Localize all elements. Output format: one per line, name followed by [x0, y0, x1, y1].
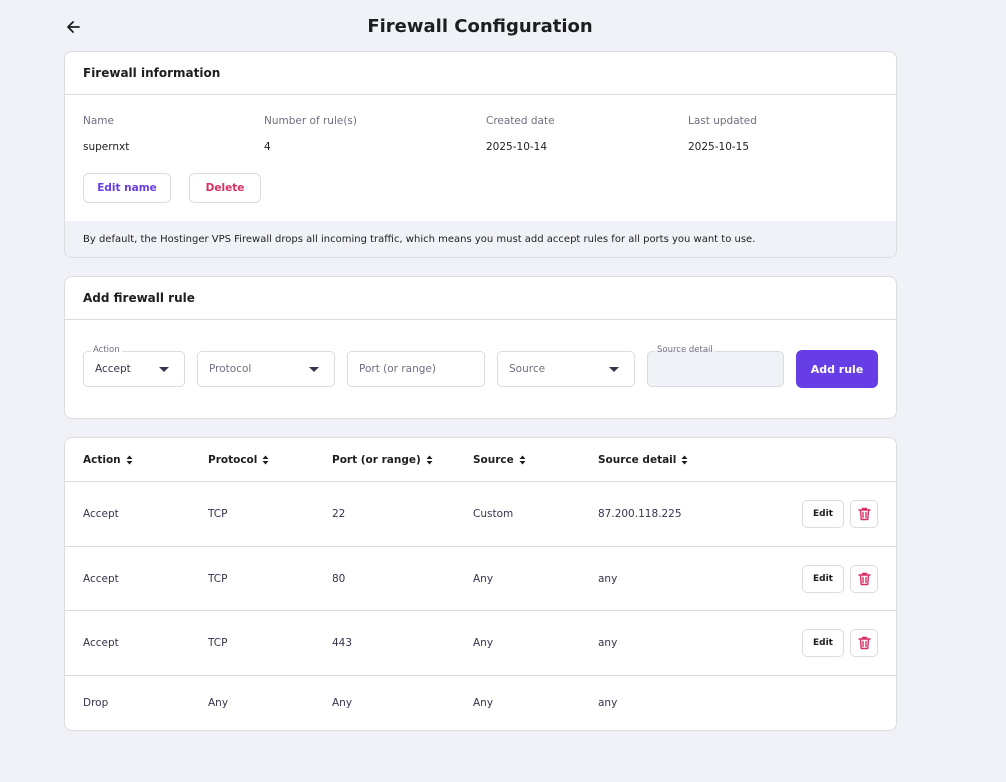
table-row: Drop Any Any Any any: [65, 676, 896, 730]
edit-name-button[interactable]: Edit name: [83, 173, 171, 203]
edit-rule-button[interactable]: Edit: [802, 565, 844, 593]
port-input-placeholder: Port (or range): [359, 363, 436, 375]
cell-source: Any: [473, 572, 494, 585]
column-header-action[interactable]: Action: [83, 438, 133, 482]
source-detail-label: Source detail: [655, 345, 715, 355]
table-row: Accept TCP 443 Any any Edit: [65, 611, 896, 676]
cell-port: 443: [332, 637, 353, 649]
add-firewall-rule-card: Add firewall rule Action Accept Protocol…: [64, 276, 897, 419]
name-info: Name supernxt: [83, 115, 129, 153]
firewall-information-title: Firewall information: [65, 52, 896, 95]
action-select[interactable]: Action Accept: [83, 345, 185, 387]
column-header-label: Port (or range): [332, 454, 421, 466]
cell-source-detail: any: [598, 697, 618, 709]
cell-source-detail: 87.200.118.225: [598, 508, 682, 520]
sort-icon: [426, 455, 433, 465]
table-row: Accept TCP 80 Any any Edit: [65, 547, 896, 611]
sort-icon: [262, 455, 269, 465]
source-select-placeholder: Source: [509, 363, 546, 375]
table-row: Accept TCP 22 Custom 87.200.118.225 Edit: [65, 482, 896, 547]
created-date-value: 2025-10-14: [486, 141, 548, 153]
name-value: supernxt: [83, 141, 130, 153]
column-header-source-detail[interactable]: Source detail: [598, 438, 688, 482]
trash-icon: [857, 572, 871, 586]
edit-rule-button[interactable]: Edit: [802, 500, 844, 528]
sort-icon: [519, 455, 526, 465]
cell-source-detail: any: [598, 637, 618, 649]
cell-port: 22: [332, 508, 346, 520]
cell-port: Any: [332, 697, 353, 709]
delete-rule-button[interactable]: [850, 629, 878, 657]
cell-source: Any: [473, 697, 494, 709]
column-header-label: Source detail: [598, 454, 677, 466]
chevron-down-icon: [609, 367, 619, 372]
rules-count-label: Number of rule(s): [264, 115, 357, 127]
sort-icon: [126, 455, 133, 465]
column-header-protocol[interactable]: Protocol: [208, 438, 269, 482]
delete-rule-button[interactable]: [850, 565, 878, 593]
firewall-rules-table: Action Protocol Port (or range) Source S…: [64, 437, 897, 731]
created-date-label: Created date: [486, 115, 555, 127]
last-updated-info: Last updated 2025-10-15: [688, 115, 757, 153]
cell-protocol: TCP: [208, 637, 228, 649]
delete-firewall-button[interactable]: Delete: [189, 173, 261, 203]
cell-action: Accept: [83, 508, 119, 520]
cell-protocol: TCP: [208, 508, 228, 520]
created-date-info: Created date 2025-10-14: [486, 115, 555, 153]
column-header-label: Protocol: [208, 454, 258, 466]
protocol-select-placeholder: Protocol: [209, 363, 252, 375]
table-header: Action Protocol Port (or range) Source S…: [65, 438, 896, 482]
source-select[interactable]: Source: [497, 351, 635, 387]
cell-source-detail: any: [598, 572, 618, 585]
sort-icon: [681, 455, 688, 465]
cell-port: 80: [332, 572, 346, 585]
firewall-info-grid: Name supernxt Number of rule(s) 4 Create…: [65, 95, 896, 221]
action-select-label: Action: [91, 345, 122, 355]
last-updated-label: Last updated: [688, 115, 757, 127]
cell-source: Custom: [473, 508, 514, 520]
rules-count-info: Number of rule(s) 4: [264, 115, 357, 153]
port-input[interactable]: Port (or range): [347, 351, 485, 387]
protocol-select[interactable]: Protocol: [197, 351, 335, 387]
column-header-label: Source: [473, 454, 514, 466]
default-policy-note: By default, the Hostinger VPS Firewall d…: [65, 221, 896, 257]
rules-count-value: 4: [264, 141, 271, 153]
cell-protocol: Any: [208, 697, 229, 709]
trash-icon: [857, 507, 871, 521]
name-label: Name: [83, 115, 114, 127]
action-select-value: Accept: [95, 363, 131, 375]
cell-action: Accept: [83, 572, 119, 585]
delete-rule-button[interactable]: [850, 500, 878, 528]
column-header-label: Action: [83, 454, 121, 466]
edit-rule-button[interactable]: Edit: [802, 629, 844, 657]
page-header: Firewall Configuration: [0, 0, 960, 52]
firewall-information-card: Firewall information Name supernxt Numbe…: [64, 51, 897, 258]
cell-action: Drop: [83, 697, 109, 709]
trash-icon: [857, 636, 871, 650]
source-detail-input[interactable]: Source detail: [647, 345, 784, 387]
last-updated-value: 2025-10-15: [688, 141, 750, 153]
page-title: Firewall Configuration: [367, 16, 593, 37]
cell-protocol: TCP: [208, 572, 228, 585]
add-rule-button[interactable]: Add rule: [796, 350, 878, 388]
add-rule-form: Action Accept Protocol Port (or range) S…: [65, 277, 896, 418]
column-header-source[interactable]: Source: [473, 438, 526, 482]
column-header-port[interactable]: Port (or range): [332, 438, 433, 482]
cell-source: Any: [473, 637, 494, 649]
chevron-down-icon: [159, 367, 169, 372]
chevron-down-icon: [309, 367, 319, 372]
cell-action: Accept: [83, 637, 119, 649]
